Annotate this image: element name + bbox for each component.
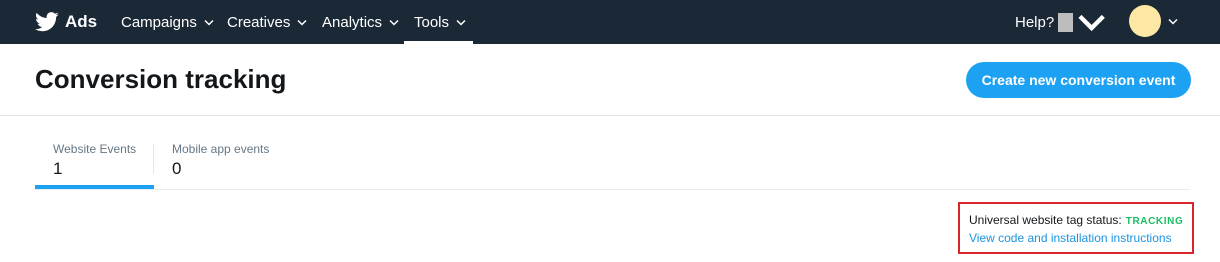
nav-active-indicator bbox=[404, 41, 473, 44]
help-label: Help? bbox=[1015, 13, 1055, 31]
tab-mobile-app-events-count: 0 bbox=[172, 159, 182, 178]
top-nav-bar: Ads Campaigns Creatives Analytics Tools … bbox=[0, 0, 1220, 44]
nav-analytics-label: Analytics bbox=[322, 13, 383, 31]
avatar[interactable] bbox=[1129, 5, 1161, 37]
create-conversion-event-button[interactable]: Create new conversion event bbox=[966, 62, 1191, 98]
tab-mobile-app-events[interactable]: Mobile app events 0 bbox=[154, 133, 294, 189]
tab-website-events-count: 1 bbox=[53, 159, 63, 178]
nav-creatives[interactable]: Creatives bbox=[227, 0, 307, 44]
view-code-instructions-link[interactable]: View code and installation instructions bbox=[969, 231, 1172, 245]
nav-analytics[interactable]: Analytics bbox=[322, 0, 399, 44]
tab-mobile-app-events-label: Mobile app events bbox=[172, 142, 270, 156]
header-divider bbox=[0, 115, 1220, 116]
page-title: Conversion tracking bbox=[35, 64, 287, 94]
tabs-divider bbox=[35, 189, 1190, 190]
tag-status-panel: Universal website tag status: TRACKING Vi… bbox=[958, 202, 1194, 254]
nav-campaigns[interactable]: Campaigns bbox=[121, 0, 214, 44]
nav-tools[interactable]: Tools bbox=[414, 0, 466, 44]
brand-logo[interactable]: Ads bbox=[35, 9, 97, 35]
redacted-account-name bbox=[1058, 12, 1073, 32]
chevron-down-icon[interactable] bbox=[1168, 18, 1178, 25]
nav-tools-label: Tools bbox=[414, 13, 450, 31]
chevron-down-icon bbox=[389, 19, 399, 26]
chevron-down-icon bbox=[456, 19, 466, 26]
tag-status-label: Universal website tag status: bbox=[969, 213, 1122, 227]
tag-status-value: TRACKING bbox=[1125, 216, 1184, 227]
chevron-down-icon bbox=[1078, 14, 1105, 31]
brand-label: Ads bbox=[65, 12, 98, 31]
chevron-down-icon bbox=[204, 19, 214, 26]
twitter-bird-icon bbox=[35, 12, 59, 32]
chevron-down-icon bbox=[297, 19, 307, 26]
nav-campaigns-label: Campaigns bbox=[121, 13, 197, 31]
nav-creatives-label: Creatives bbox=[227, 13, 291, 31]
help-menu[interactable]: Help? bbox=[1015, 0, 1106, 44]
tab-website-events-label: Website Events bbox=[53, 142, 137, 156]
tag-status-line: Universal website tag status: TRACKING bbox=[969, 213, 1183, 227]
tab-website-events[interactable]: Website Events 1 bbox=[35, 133, 154, 189]
